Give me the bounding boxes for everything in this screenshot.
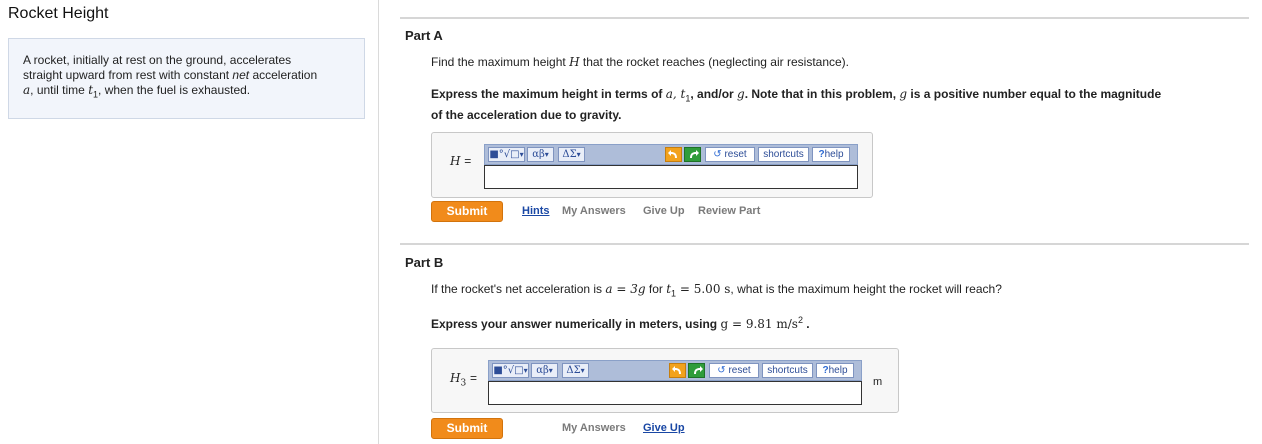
problem-intro-pane: Rocket Height A rocket, initially at res… — [0, 0, 379, 444]
my-answers-link[interactable]: My Answers — [562, 422, 626, 434]
reset-button[interactable]: ↺ reset — [705, 147, 755, 162]
redo-icon[interactable] — [688, 363, 705, 378]
math-toolbar: ■°√□▾ αβ▾ ΔΣ▾ ↺ reset shortcuts ?help — [484, 144, 858, 165]
chevron-down-icon: ▾ — [523, 366, 528, 375]
part-b-submit-button[interactable]: Submit — [431, 418, 503, 439]
chevron-down-icon: ▾ — [580, 366, 585, 375]
page-title: Rocket Height — [8, 5, 109, 22]
intro-line-1: A rocket, initially at rest on the groun… — [23, 53, 292, 67]
answer-variable-label: H = — [450, 154, 472, 168]
templates-button[interactable]: ■°√□▾ — [488, 147, 525, 162]
answer-unit: m — [873, 376, 883, 388]
help-button[interactable]: ?help — [816, 363, 854, 378]
reset-icon: ↺ — [713, 149, 722, 160]
part-a-title: Part A — [405, 28, 443, 43]
part-a-submit-button[interactable]: Submit — [431, 201, 503, 222]
part-a-instructions: Express the maximum height in terms of a… — [431, 87, 1162, 104]
chevron-down-icon: ▾ — [519, 150, 524, 159]
part-a-answer-input[interactable] — [484, 165, 858, 189]
part-a-divider — [400, 17, 1249, 19]
part-b-answer-box: H3 = ■°√□▾ αβ▾ ΔΣ▾ ↺ reset shortcuts ?he… — [431, 348, 899, 413]
part-b-title: Part B — [405, 255, 444, 270]
shortcuts-button[interactable]: shortcuts — [758, 147, 809, 162]
intro-box: A rocket, initially at rest on the groun… — [8, 38, 365, 119]
give-up-link[interactable]: Give Up — [643, 422, 685, 434]
hints-link[interactable]: Hints — [522, 205, 550, 217]
intro-line-3: a, until time t1, when the fuel is exhau… — [23, 83, 251, 100]
help-button[interactable]: ?help — [812, 147, 850, 162]
redo-icon[interactable] — [684, 147, 701, 162]
part-b-divider — [400, 243, 1249, 245]
chevron-down-icon: ▾ — [576, 150, 581, 159]
undo-icon[interactable] — [665, 147, 682, 162]
part-b-question: If the rocket's net acceleration is a = … — [431, 282, 1002, 299]
chevron-down-icon: ▾ — [544, 150, 549, 159]
give-up-link[interactable]: Give Up — [643, 205, 685, 217]
math-toolbar: ■°√□▾ αβ▾ ΔΣ▾ ↺ reset shortcuts ?help — [488, 360, 862, 381]
templates-button[interactable]: ■°√□▾ — [492, 363, 529, 378]
answer-variable-label: H3 = — [450, 371, 478, 389]
symbols-button[interactable]: ΔΣ▾ — [562, 363, 589, 378]
greek-letters-button[interactable]: αβ▾ — [527, 147, 554, 162]
greek-letters-button[interactable]: αβ▾ — [531, 363, 558, 378]
part-a-question: Find the maximum height H that the rocke… — [431, 55, 849, 69]
intro-line-2: straight upward from rest with constant … — [23, 68, 318, 82]
intro-text: A rocket, initially at rest on the groun… — [23, 53, 353, 102]
undo-icon[interactable] — [669, 363, 686, 378]
symbols-button[interactable]: ΔΣ▾ — [558, 147, 585, 162]
part-b-answer-input[interactable] — [488, 381, 862, 405]
review-part-link[interactable]: Review Part — [698, 205, 760, 217]
part-a-answer-box: H = ■°√□▾ αβ▾ ΔΣ▾ ↺ reset shortcuts ?hel… — [431, 132, 873, 198]
my-answers-link[interactable]: My Answers — [562, 205, 626, 217]
reset-button[interactable]: ↺ reset — [709, 363, 759, 378]
part-b-instructions: Express your answer numerically in meter… — [431, 315, 810, 331]
chevron-down-icon: ▾ — [548, 366, 553, 375]
reset-icon: ↺ — [717, 365, 726, 376]
shortcuts-button[interactable]: shortcuts — [762, 363, 813, 378]
part-a-instructions-line-2: of the acceleration due to gravity. — [431, 108, 622, 122]
